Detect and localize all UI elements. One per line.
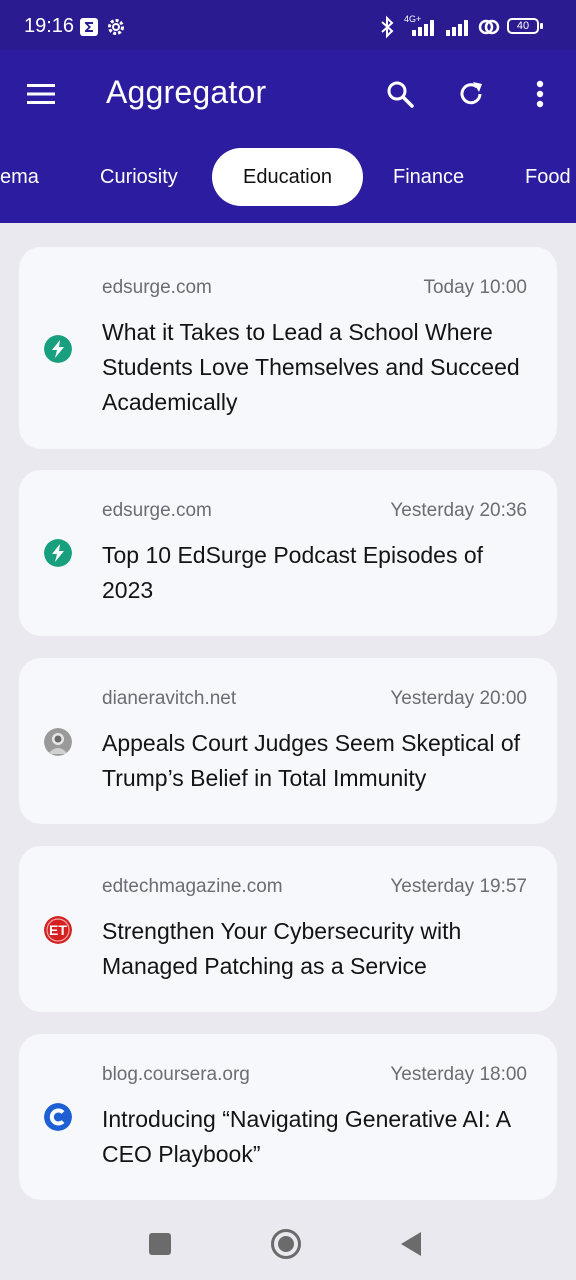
coursera-icon [44,1103,72,1131]
battery-tip [540,23,543,29]
tab-finance[interactable]: Finance [393,148,464,206]
article-card[interactable]: edsurge.com Yesterday 20:36 Top 10 EdSur… [19,470,557,636]
battery-icon: 40 [507,18,539,34]
article-source: edtechmagazine.com [102,876,283,897]
settings-gear-icon [108,19,124,35]
article-title: Strengthen Your Cybersecurity with Manag… [102,918,462,979]
app-title: Aggregator [106,74,267,110]
refresh-button[interactable] [451,74,491,114]
article-time: Yesterday 19:57 [390,876,527,897]
tab-education[interactable]: Education [212,148,363,206]
article-source: edsurge.com [102,277,212,298]
article-title: What it Takes to Lead a School Where Stu… [102,319,520,415]
search-button[interactable] [380,74,420,114]
battery-level: 40 [516,20,530,32]
back-triangle-icon[interactable] [400,1231,422,1257]
system-nav-bar [0,1210,576,1280]
home-circle-icon[interactable] [270,1228,302,1260]
article-time: Yesterday 18:00 [390,1064,527,1085]
edsurge-icon [44,335,72,363]
signal-strength-icon-2 [446,20,468,36]
article-title: Introducing “Navigating Generative AI: A… [102,1106,510,1167]
sigma-app-icon [80,18,98,36]
article-source: edsurge.com [102,500,212,521]
article-title: Appeals Court Judges Seem Skeptical of T… [102,730,521,791]
app-bar: Aggregator [0,50,576,136]
article-card[interactable]: blog.coursera.org Yesterday 18:00 Introd… [19,1034,557,1200]
overflow-menu-button[interactable] [520,74,560,114]
category-tabs: ema Curiosity Education Finance Food [0,136,576,223]
article-card[interactable]: dianeravitch.net Yesterday 20:00 Appeals… [19,658,557,824]
tab-food[interactable]: Food [525,148,571,206]
tab-curiosity[interactable]: Curiosity [100,148,178,206]
avatar-icon [44,728,72,756]
article-source: dianeravitch.net [102,688,237,709]
hamburger-menu-icon [27,84,55,104]
status-bar: 19:16 4G+ 40 [0,0,576,50]
more-vert-icon [536,80,544,108]
edtech-icon: ET [44,916,72,944]
article-time: Yesterday 20:36 [390,500,527,521]
article-card[interactable]: edsurge.com Today 10:00 What it Takes to… [19,247,557,449]
status-time: 19:16 [24,15,75,37]
recents-square-icon[interactable] [149,1233,171,1255]
signal-strength-icon-1 [412,20,434,36]
article-card[interactable]: ET edtechmagazine.com Yesterday 19:57 St… [19,846,557,1012]
article-time: Today 10:00 [423,277,527,298]
tab-cinema[interactable]: ema [0,148,39,206]
article-title: Top 10 EdSurge Podcast Episodes of 2023 [102,542,484,603]
edsurge-icon [44,539,72,567]
refresh-icon [460,82,482,105]
link-icon [478,19,500,35]
article-source: blog.coursera.org [102,1064,250,1085]
bluetooth-icon [381,15,394,39]
article-time: Yesterday 20:00 [390,688,527,709]
svg-text:ET: ET [49,922,67,938]
menu-button[interactable] [21,74,61,114]
search-icon [387,81,414,108]
